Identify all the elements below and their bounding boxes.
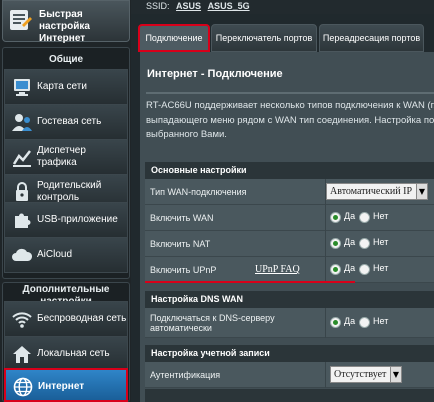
title-divider [146,92,434,94]
description-line: выпадающего меню рядом с WAN тип соедине… [146,114,434,126]
yes-label: Да [344,263,356,273]
sidebar-item-network-map[interactable]: Карта сети [4,69,128,105]
dns-auto-yes-radio[interactable] [330,317,341,328]
home-icon [13,346,31,363]
enable-nat-row: Включить NAT Да Нет [145,231,434,257]
authentication-label: Аутентификация [150,370,221,380]
authentication-row: Аутентификация Отсутствует ▼ [145,362,434,388]
enable-upnp-row: Включить UPnP UPnP FAQ Да Нет [145,257,434,283]
authentication-select[interactable]: Отсутствует ▼ [330,366,402,383]
dns-settings-header: Настройка DNS WAN [145,291,434,308]
wan-type-value: Автоматический IP [330,186,413,197]
sidebar-item-traffic-manager[interactable]: Диспетчер трафика [4,139,128,175]
sidebar-item-guest-network[interactable]: Гостевая сеть [4,104,128,140]
dns-auto-no-radio[interactable] [359,317,370,328]
no-label: Нет [373,237,389,247]
yes-label: Да [344,237,356,247]
sidebar: Быстрая настройка Интернет Общие Карта с… [0,0,131,402]
general-header: Общие [48,54,84,65]
quick-setup-label: Быстрая настройка Интернет [39,9,90,44]
sidebar-item-label: Диспетчер трафика [37,145,86,168]
sidebar-item-label: Карта сети [37,81,87,92]
quick-internet-setup-button[interactable]: Быстрая настройка Интернет [2,0,130,44]
sidebar-item-aicloud[interactable]: AiCloud [4,237,128,273]
dns-auto-row: Подключаться к DNS-серверу автоматически… [145,308,434,338]
sidebar-item-label: USB-приложение [37,214,118,225]
sidebar-item-internet[interactable]: Интернет [4,368,128,402]
enable-wan-label: Включить WAN [150,213,214,223]
upnp-highlight-underline [145,281,355,283]
enable-nat-yes-radio[interactable] [330,238,341,249]
no-label: Нет [373,316,389,326]
enable-nat-label: Включить NAT [150,239,211,249]
basic-settings-header: Основные настройки [145,162,434,179]
sidebar-item-label: Беспроводная сеть [37,313,127,324]
upnp-faq-link[interactable]: UPnP FAQ [255,264,300,275]
wifi-icon [12,312,32,328]
next-section-header [145,389,434,402]
ssid-link-5ghz[interactable]: ASUS_5G [208,1,250,11]
enable-upnp-no-radio[interactable] [359,264,370,275]
wan-type-select[interactable]: Автоматический IP ▼ [326,183,428,200]
tab-connection[interactable]: Подключение [138,24,210,52]
page-title: Интернет - Подключение [147,68,283,80]
sidebar-item-label: Гостевая сеть [37,116,102,127]
sidebar-item-label: Локальная сеть [37,348,110,359]
no-label: Нет [373,263,389,273]
ssid-link-24ghz[interactable]: ASUS [176,1,201,11]
page-description: RT-AC66U поддерживает несколько типов по… [146,99,434,143]
sidebar-item-label: AiCloud [37,249,73,260]
enable-nat-no-radio[interactable] [359,238,370,249]
ssid-bar: SSID: ASUS ASUS_5G [131,0,434,14]
wan-type-row: Тип WAN-подключения Автоматический IP ▼ [145,179,434,205]
description-line: RT-AC66U поддерживает несколько типов по… [146,100,434,111]
globe-icon [13,377,33,397]
parental-control-icon [16,182,28,201]
tab-bar: Подключение Переключатель портов Переадр… [131,20,434,52]
authentication-value: Отсутствует [334,369,387,380]
wan-type-label: Тип WAN-подключения [150,187,247,197]
enable-wan-row: Включить WAN Да Нет [145,205,434,231]
chevron-down-icon: ▼ [390,367,401,382]
sidebar-item-wireless[interactable]: Беспроводная сеть [4,301,128,337]
sidebar-item-usb-application[interactable]: USB-приложение [4,202,128,238]
yes-label: Да [344,316,356,326]
no-label: Нет [373,211,389,221]
cloud-icon [12,248,33,261]
yes-label: Да [344,211,356,221]
tab-port-forwarding[interactable]: Переадресация портов [319,24,424,52]
enable-wan-no-radio[interactable] [359,212,370,223]
ssid-label: SSID: [146,1,170,11]
enable-upnp-yes-radio[interactable] [330,264,341,275]
sidebar-item-lan[interactable]: Локальная сеть [4,336,128,372]
network-map-icon [14,79,30,96]
main-panel: Интернет - Подключение RT-AC66U поддержи… [140,52,434,402]
quick-setup-icon [10,10,32,30]
enable-wan-yes-radio[interactable] [330,212,341,223]
account-settings-header: Настройка учетной записи [145,345,434,362]
guest-network-icon [12,114,32,131]
sidebar-item-label: Интернет [38,381,85,392]
tab-port-switch[interactable]: Переключатель портов [211,24,317,52]
description-line: выбранного Вами. [146,129,227,140]
chevron-down-icon: ▼ [416,184,427,199]
traffic-manager-icon [12,150,31,167]
router-admin-page: Быстрая настройка Интернет Общие Карта с… [0,0,434,402]
dns-auto-label: Подключаться к DNS-серверу автоматически [150,313,275,333]
usb-puzzle-icon [15,213,31,228]
